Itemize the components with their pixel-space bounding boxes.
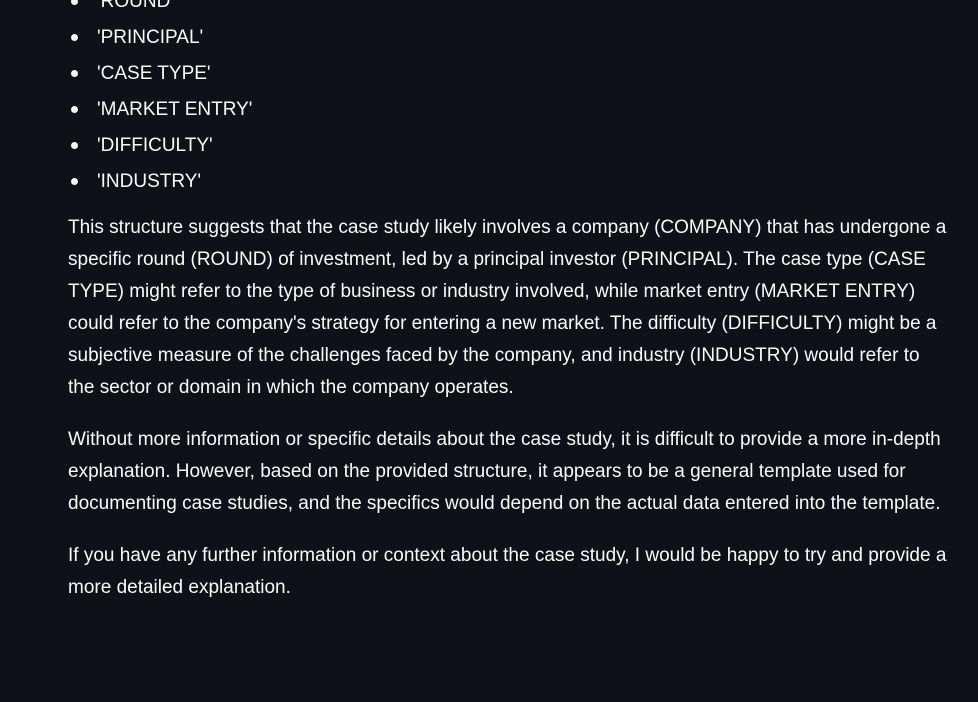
paragraph-more-info-needed: Without more information or specific det… — [68, 429, 941, 514]
bullet-icon — [71, 34, 78, 41]
list-item: 'MARKET ENTRY' — [68, 92, 948, 128]
bullet-icon — [71, 0, 78, 5]
list-item-text: 'ROUND' — [97, 0, 174, 12]
paragraph-offer-help: If you have any further information or c… — [68, 545, 947, 598]
paragraph-structure-explanation: This structure suggests that the case st… — [68, 217, 947, 398]
list-item-text: 'DIFFICULTY' — [97, 135, 213, 156]
list-item: 'INDUSTRY' — [68, 164, 948, 200]
list-item-text: 'INDUSTRY' — [97, 171, 202, 192]
chat-message-content: 'ROUND' 'PRINCIPAL' 'CASE TYPE' 'MARKET … — [68, 0, 948, 604]
list-item: 'CASE TYPE' — [68, 56, 948, 92]
list-item: 'DIFFICULTY' — [68, 128, 948, 164]
bullet-icon — [71, 106, 78, 113]
list-item-text: 'PRINCIPAL' — [97, 27, 204, 48]
list-item-text: 'MARKET ENTRY' — [97, 99, 253, 120]
list-item-text: 'CASE TYPE' — [97, 63, 211, 84]
list-item: 'ROUND' — [68, 0, 948, 20]
field-list: 'ROUND' 'PRINCIPAL' 'CASE TYPE' 'MARKET … — [68, 0, 948, 200]
bullet-icon — [71, 178, 78, 185]
list-item: 'PRINCIPAL' — [68, 20, 948, 56]
bullet-icon — [71, 70, 78, 77]
bullet-icon — [71, 142, 78, 149]
